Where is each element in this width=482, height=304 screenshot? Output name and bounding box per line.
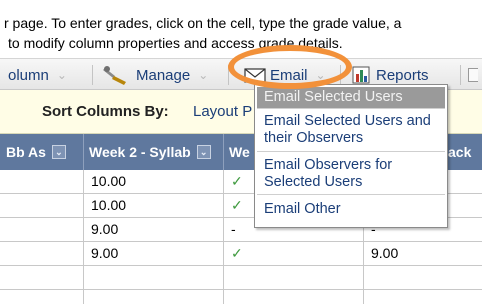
sort-columns-value[interactable]: Layout P xyxy=(193,103,252,120)
grade-cell[interactable] xyxy=(224,266,231,289)
manage-menu-label: Manage xyxy=(136,66,191,84)
grade-cell[interactable] xyxy=(364,266,371,289)
column-header-label: Week 2 - Syllab xyxy=(89,144,191,160)
chevron-down-icon[interactable]: ⌄ xyxy=(57,68,67,82)
column-divider xyxy=(83,170,84,304)
checkmark-icon[interactable]: ✓ xyxy=(224,170,243,193)
manage-tools-icon xyxy=(102,64,130,86)
email-dropdown-menu: Email Selected Users Email Selected User… xyxy=(254,84,448,228)
column-header-label: Bb As xyxy=(6,144,46,160)
instructions: r page. To enter grades, click on the ce… xyxy=(0,0,482,58)
checkmark-icon[interactable]: ✓ xyxy=(224,194,243,217)
column-header-bb-as[interactable]: Bb As ⌄ xyxy=(6,134,78,170)
column-divider xyxy=(83,134,84,170)
table-row: 9.00 ✓ 9.00 xyxy=(0,242,482,266)
grade-cell[interactable]: 10.00 xyxy=(84,194,126,217)
column-header-feedback[interactable]: ack xyxy=(448,134,482,170)
grade-cell[interactable]: 9.00 xyxy=(84,218,118,241)
toolbar-divider xyxy=(460,65,461,85)
highlight-circle xyxy=(228,45,352,89)
column-menu-label: olumn xyxy=(8,66,49,84)
grade-cell[interactable]: 9.00 xyxy=(364,242,398,265)
toolbar-divider xyxy=(92,65,93,85)
grade-cell[interactable]: - xyxy=(224,218,236,241)
grade-cell[interactable] xyxy=(84,266,91,289)
reports-menu-label: Reports xyxy=(376,66,429,84)
column-header-label: ack xyxy=(448,144,472,160)
grade-cell[interactable]: 9.00 xyxy=(84,242,118,265)
column-header-week-2[interactable]: Week 2 - Syllab ⌄ xyxy=(89,134,222,170)
column-menu-icon[interactable]: ⌄ xyxy=(51,145,66,159)
menu-item-email-observers[interactable]: Email Observers for Selected Users xyxy=(257,153,445,195)
more-tools-icon[interactable] xyxy=(468,68,478,82)
column-header-label: We xyxy=(229,144,250,160)
manage-menu-button[interactable]: Manage ⌄ xyxy=(102,59,208,91)
table-row xyxy=(0,290,482,304)
column-divider xyxy=(223,134,224,170)
column-divider xyxy=(223,170,224,304)
menu-item-email-selected-users[interactable]: Email Selected Users xyxy=(257,87,445,109)
instructions-line-1: r page. To enter grades, click on the ce… xyxy=(4,15,402,31)
checkmark-icon[interactable]: ✓ xyxy=(224,242,243,265)
menu-item-email-other[interactable]: Email Other xyxy=(257,196,445,224)
menu-item-email-users-and-observers[interactable]: Email Selected Users and their Observers xyxy=(257,110,445,152)
column-menu-icon[interactable]: ⌄ xyxy=(196,145,211,159)
reports-chart-icon xyxy=(352,66,370,84)
grade-cell[interactable]: 10.00 xyxy=(84,170,126,193)
table-row xyxy=(0,266,482,290)
column-menu-button[interactable]: olumn ⌄ xyxy=(8,59,67,91)
sort-columns-label: Sort Columns By: xyxy=(42,103,169,120)
chevron-down-icon[interactable]: ⌄ xyxy=(198,68,208,82)
